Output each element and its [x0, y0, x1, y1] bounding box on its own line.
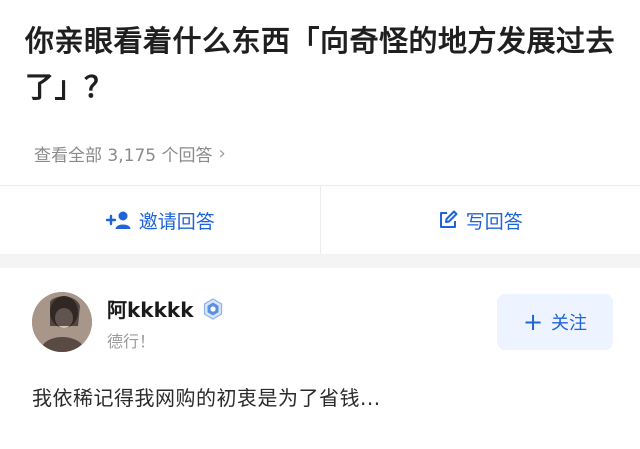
section-separator [0, 254, 640, 268]
avatar[interactable] [32, 292, 92, 352]
invite-answer-label: 邀请回答 [138, 210, 215, 233]
edit-icon [438, 210, 458, 230]
question-title[interactable]: 你亲眼看着什么东西「向奇怪的地方发展过去了」？ [25, 18, 625, 110]
answer-card[interactable]: 阿kkkkk 德行！ + 关注 我依稀记得我网购的初衷是为了省钱... [0, 268, 640, 449]
plus-icon: + [522, 308, 544, 336]
author-bio: 德行！ [107, 332, 156, 351]
question-header: 你亲眼看着什么东西「向奇怪的地方发展过去了」？ [25, 18, 625, 110]
view-all-answers-link[interactable]: 查看全部 3,175 个回答 › [34, 141, 226, 166]
invite-answer-button[interactable]: 邀请回答 [0, 186, 320, 254]
add-user-icon [105, 210, 131, 230]
follow-label: 关注 [551, 313, 588, 334]
view-all-label: 查看全部 3,175 个回答 [34, 146, 213, 166]
action-bar: 邀请回答 写回答 [0, 186, 640, 254]
author-name-text: 阿kkkkk [107, 298, 194, 322]
verified-badge-icon [202, 297, 224, 320]
chevron-right-icon: › [218, 143, 226, 164]
answer-excerpt[interactable]: 我依稀记得我网购的初衷是为了省钱... [32, 382, 381, 411]
author-name[interactable]: 阿kkkkk [107, 294, 224, 323]
write-answer-button[interactable]: 写回答 [321, 186, 640, 254]
write-answer-label: 写回答 [465, 210, 523, 233]
follow-button[interactable]: + 关注 [497, 294, 613, 350]
